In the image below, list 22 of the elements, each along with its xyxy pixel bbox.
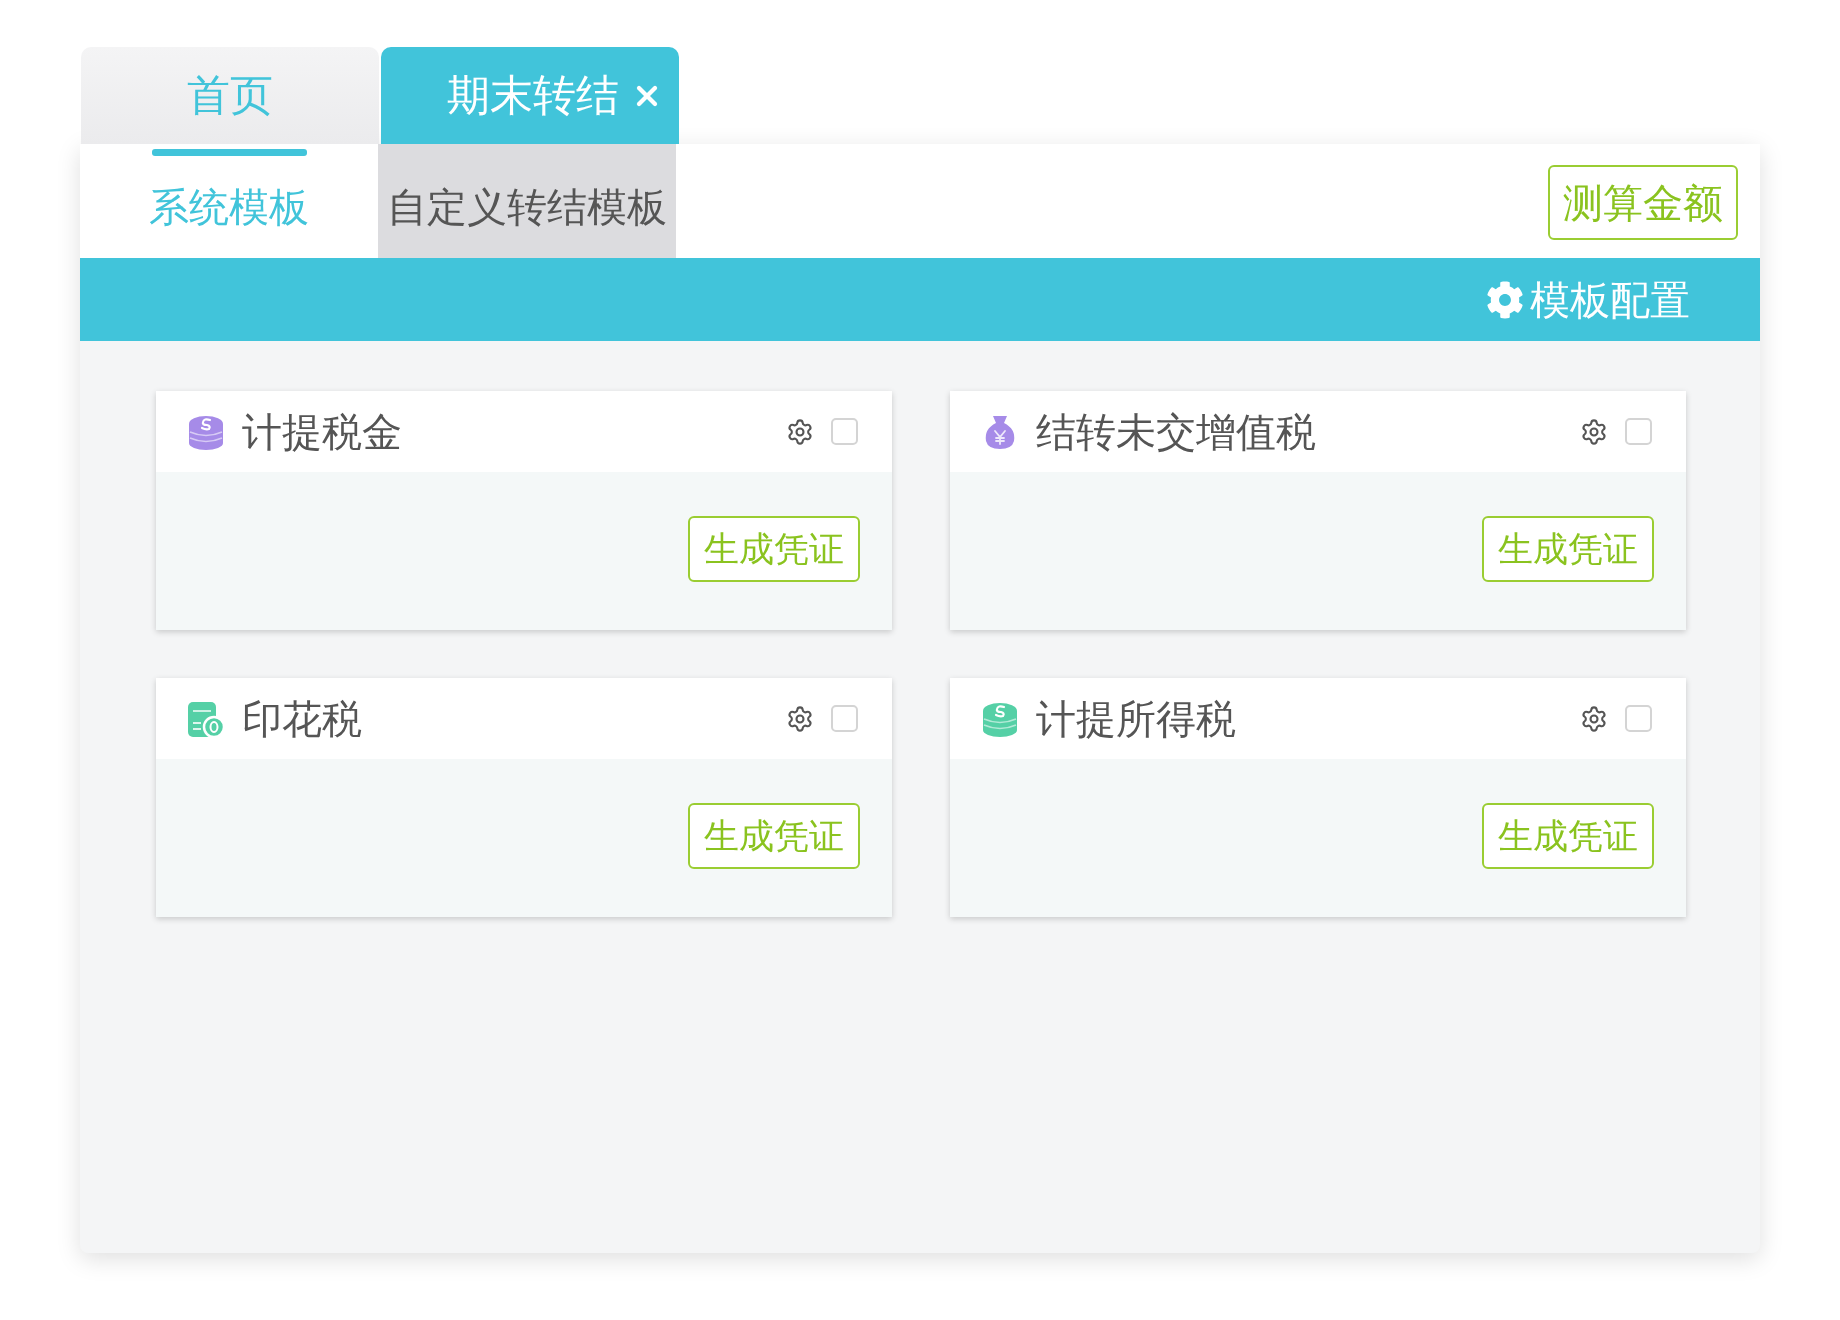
settings-icon[interactable] (786, 704, 814, 733)
settings-icon[interactable] (1580, 704, 1608, 733)
checkbox[interactable] (831, 418, 858, 445)
template-title: 结转未交增值税 (1036, 411, 1316, 452)
template-title: 计提所得税 (1036, 698, 1236, 739)
checkbox[interactable] (1625, 418, 1652, 445)
generate-voucher-button[interactable]: 生成凭证 (1482, 516, 1654, 582)
generate-voucher-button[interactable]: 生成凭证 (688, 803, 860, 869)
settings-icon[interactable] (1580, 417, 1608, 446)
tab[interactable]: 首页 (81, 47, 379, 144)
template-title: 印花税 (242, 698, 362, 739)
settings-icon (1486, 280, 1524, 319)
settings-icon[interactable] (786, 417, 814, 446)
template-title: 计提税金 (242, 411, 402, 452)
sub-tab[interactable]: 自定义转结模板 (378, 144, 676, 258)
checkbox[interactable] (1625, 705, 1652, 732)
generate-voucher-button[interactable]: 生成凭证 (1482, 803, 1654, 869)
generate-voucher-button[interactable]: 生成凭证 (688, 516, 860, 582)
template-config-button[interactable]: 模板配置 (1486, 279, 1690, 320)
checkbox[interactable] (831, 705, 858, 732)
tab[interactable]: 期末转结 (381, 47, 679, 144)
estimate-amount-button[interactable]: 测算金额 (1548, 165, 1738, 240)
